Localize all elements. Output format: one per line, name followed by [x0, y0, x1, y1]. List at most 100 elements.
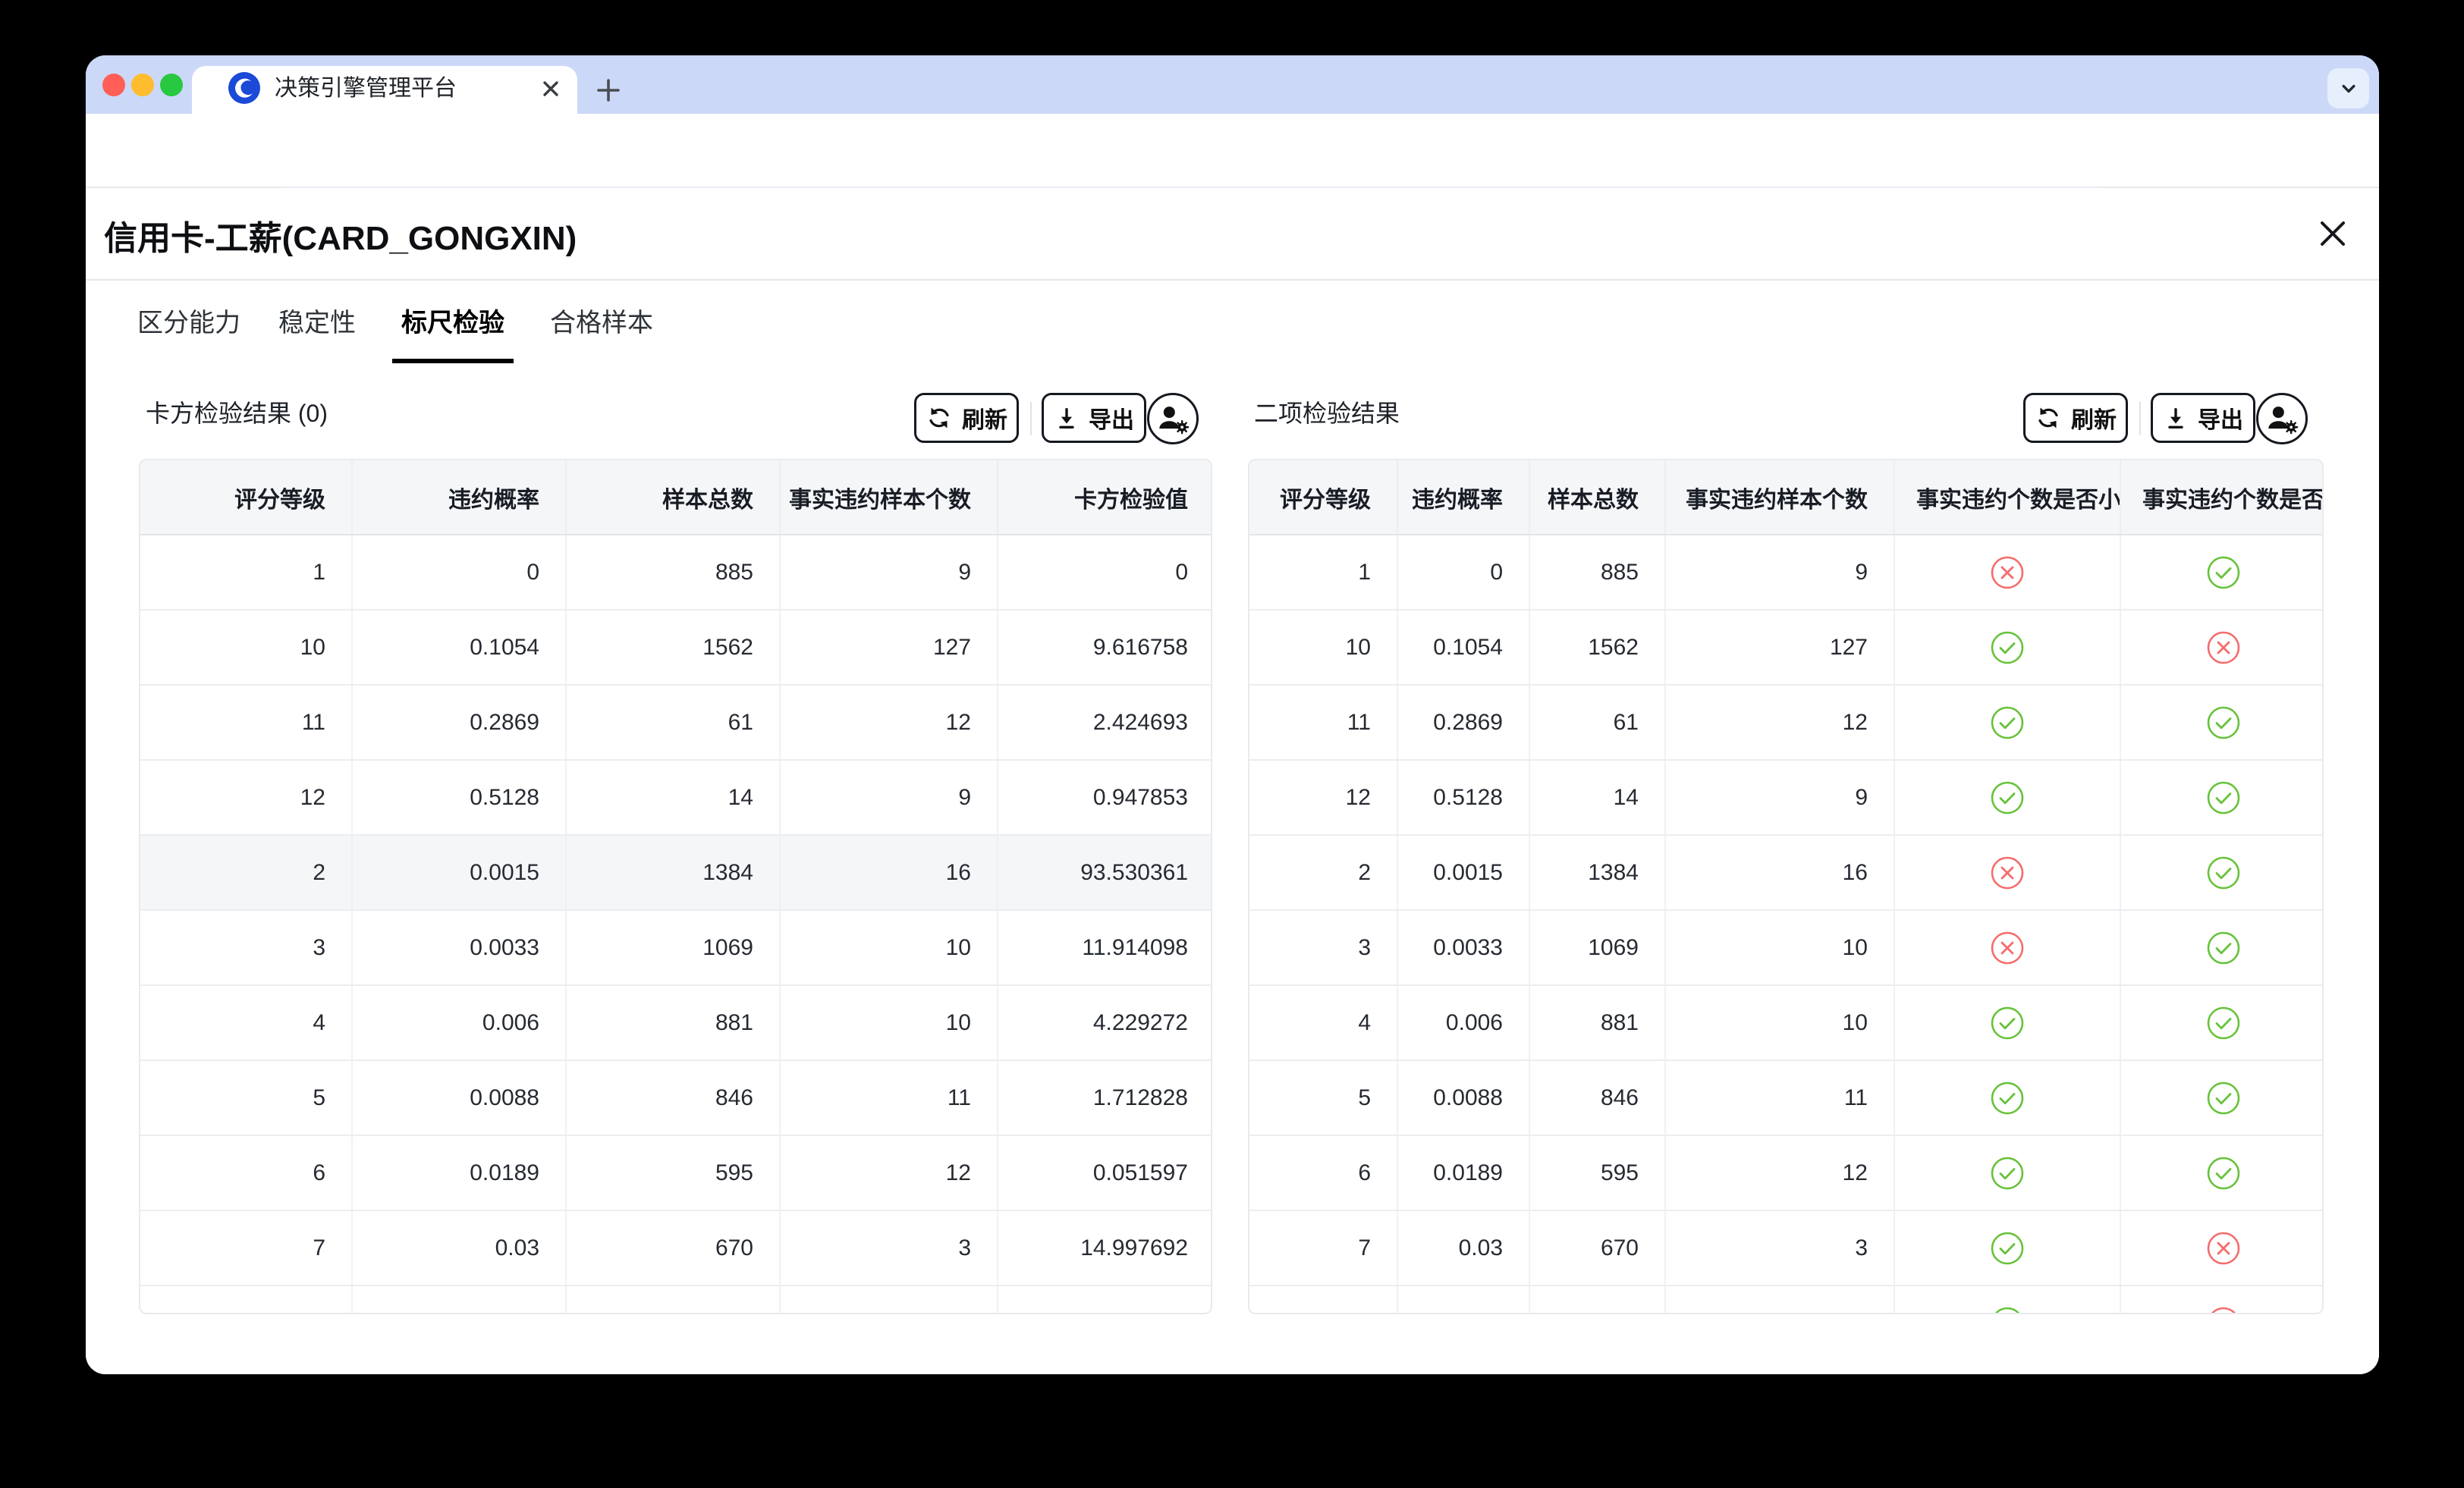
column-header: 事实违约样本个数 — [780, 460, 998, 535]
cell-value: 10 — [780, 985, 998, 1060]
cell-value: 9 — [1665, 535, 1894, 610]
cell-value: 0.0189 — [1397, 1135, 1529, 1210]
table-row[interactable]: 60.018959512 — [1249, 1135, 2324, 1210]
cell-value: 16 — [780, 835, 998, 910]
table-row[interactable]: 110.286961122.424693 — [140, 685, 1212, 760]
cell-value: 4 — [1249, 985, 1397, 1060]
column-settings-button[interactable] — [1147, 393, 1199, 444]
cell-value: 5 — [1249, 1060, 1397, 1135]
cell-value: 0.0486 — [1397, 1286, 1529, 1314]
cell-value: 7 — [1249, 1210, 1397, 1286]
window-minimize-button[interactable] — [131, 74, 154, 96]
table-row[interactable]: 108859 — [1249, 535, 2324, 610]
check-circle-icon — [2206, 705, 2241, 740]
cell-value: 753 — [1529, 1286, 1665, 1314]
table-row[interactable]: 70.03670314.997692 — [140, 1210, 1212, 1286]
browser-toolbar: localhost:8080/#/mv/result — [86, 114, 2379, 188]
status-cell — [1894, 1060, 2120, 1135]
table-row[interactable]: 120.51281490.947853 — [140, 760, 1212, 835]
cell-value: 14 — [566, 760, 780, 835]
table-row[interactable]: 100.10541562127 — [1249, 610, 2324, 685]
table-header-row: 评分等级违约概率样本总数事实违约样本个数事实违约个数是否小...事实违约个数是否… — [1249, 460, 2324, 535]
table-row[interactable]: 20.001513841693.530361 — [140, 835, 1212, 910]
button-divider — [2139, 402, 2141, 435]
table-row[interactable]: 50.0088846111.712828 — [140, 1060, 1212, 1135]
screen: 决策引擎管理平台 — [0, 0, 2464, 1488]
table-row[interactable]: 80.048675311 — [1249, 1286, 2324, 1314]
cell-value: 3 — [1665, 1210, 1894, 1286]
cell-value: 9 — [1665, 760, 1894, 835]
table-row[interactable]: 40.006881104.229272 — [140, 985, 1212, 1060]
table-row[interactable]: 30.0033106910 — [1249, 910, 2324, 985]
cell-value: 11 — [780, 1286, 998, 1314]
refresh-label: 刷新 — [2071, 401, 2117, 435]
cell-value: 1562 — [1529, 610, 1665, 685]
table-row[interactable]: 20.0015138416 — [1249, 835, 2324, 910]
status-cell — [1894, 610, 2120, 685]
export-button[interactable]: 导出 — [1042, 393, 1146, 443]
chi-square-panel-title: 卡方检验结果 (0) — [146, 394, 328, 429]
tab-wendingxing[interactable]: 稳定性 — [277, 302, 357, 363]
browser-tab[interactable]: 决策引擎管理平台 — [192, 66, 577, 114]
cell-value: 93.530361 — [998, 835, 1212, 910]
table-row[interactable]: 110.28696112 — [1249, 685, 2324, 760]
table-row[interactable]: 80.04867531118.816681 — [140, 1286, 1212, 1314]
cell-value: 8 — [140, 1286, 352, 1314]
cross-circle-icon — [2206, 630, 2241, 665]
check-circle-icon — [2206, 1081, 2241, 1116]
cell-value: 0.03 — [352, 1210, 566, 1286]
new-tab-button[interactable] — [593, 75, 624, 105]
cell-value: 595 — [1529, 1135, 1665, 1210]
table-row[interactable]: 30.003310691011.914098 — [140, 910, 1212, 985]
status-cell — [2120, 610, 2324, 685]
cell-value: 1384 — [1529, 835, 1665, 910]
cell-value: 881 — [1529, 985, 1665, 1060]
tab-hegeyangben[interactable]: 合格样本 — [548, 302, 655, 363]
cell-value: 0.1054 — [1397, 610, 1529, 685]
check-circle-icon — [1990, 1156, 2025, 1191]
cell-value: 10 — [1249, 610, 1397, 685]
close-icon[interactable] — [2315, 215, 2351, 252]
cross-circle-icon — [2206, 1306, 2241, 1315]
refresh-button[interactable]: 刷新 — [2023, 393, 2128, 443]
column-settings-button[interactable] — [2256, 393, 2308, 444]
check-circle-icon — [1990, 705, 2025, 740]
cell-value: 61 — [566, 685, 780, 760]
cell-value: 3 — [1249, 910, 1397, 985]
window-close-button[interactable] — [102, 74, 125, 96]
cell-value: 0.5128 — [352, 760, 566, 835]
user-gear-icon — [1151, 397, 1195, 441]
refresh-button[interactable]: 刷新 — [914, 393, 1019, 443]
cell-value: 10 — [780, 910, 998, 985]
tab-close-icon[interactable] — [540, 78, 561, 99]
cell-value: 0.1054 — [352, 610, 566, 685]
cell-value: 3 — [140, 910, 352, 985]
table-row[interactable]: 1088590 — [140, 535, 1212, 610]
cell-value: 881 — [566, 985, 780, 1060]
tab-search-chevron-button[interactable] — [2327, 68, 2369, 108]
column-header: 样本总数 — [566, 460, 780, 535]
table-row[interactable]: 70.036703 — [1249, 1210, 2324, 1286]
table-row[interactable]: 60.0189595120.051597 — [140, 1135, 1212, 1210]
export-button[interactable]: 导出 — [2151, 393, 2255, 443]
cell-value: 0.5128 — [1397, 760, 1529, 835]
cell-value: 0.2869 — [1397, 685, 1529, 760]
status-cell — [2120, 1286, 2324, 1314]
status-cell — [1894, 1210, 2120, 1286]
cell-value: 0.0486 — [352, 1286, 566, 1314]
table-row[interactable]: 100.105415621279.616758 — [140, 610, 1212, 685]
window-zoom-button[interactable] — [160, 74, 183, 96]
column-header: 违约概率 — [1397, 460, 1529, 535]
table-row[interactable]: 120.5128149 — [1249, 760, 2324, 835]
tab-biaochijianyan[interactable]: 标尺检验 — [392, 302, 514, 363]
table-row[interactable]: 50.008884611 — [1249, 1060, 2324, 1135]
table-row[interactable]: 40.00688110 — [1249, 985, 2324, 1060]
status-cell — [2120, 985, 2324, 1060]
status-cell — [2120, 1135, 2324, 1210]
status-cell — [2120, 835, 2324, 910]
cell-value: 670 — [1529, 1210, 1665, 1286]
cell-value: 885 — [566, 535, 780, 610]
cell-value: 10 — [140, 610, 352, 685]
status-cell — [1894, 535, 2120, 610]
tab-qufennengli[interactable]: 区分能力 — [136, 302, 242, 363]
